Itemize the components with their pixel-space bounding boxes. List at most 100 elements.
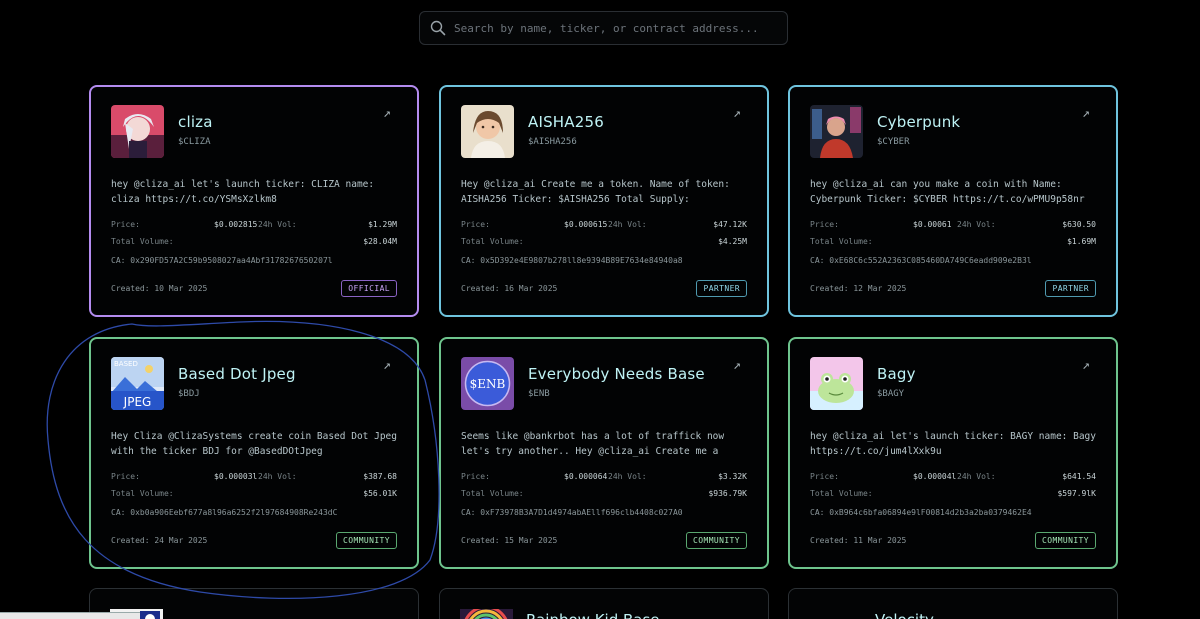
contract-address[interactable]: CA: 0x290FD57A2C59b9508027aa4Abf31782676… [111, 256, 397, 270]
created-label: Created: [810, 536, 849, 545]
search-input[interactable] [454, 21, 774, 35]
created-date: Created: 11 Mar 2025 [810, 536, 906, 545]
price-value: $0.00061 [913, 220, 952, 229]
ca-label: CA: [461, 508, 476, 517]
token-description: Hey @cliza_ai Create me a token. Name of… [461, 179, 730, 205]
vol24-label: 24h Vol: [608, 472, 647, 481]
vol24-value: $1.29M [368, 220, 397, 229]
total-volume-label: Total Volume: [810, 237, 873, 246]
enb-coin-avatar: $ENB [461, 357, 514, 410]
total-volume-value: $936.79K [708, 489, 747, 498]
ca-value: 0xB964c6bfa06894e9lF00814d2b3a2ba0379462… [829, 508, 1032, 517]
external-link-icon[interactable]: ↗ [383, 359, 397, 373]
frog-avatar [810, 357, 863, 410]
token-ticker: $CLIZA [178, 137, 211, 147]
external-link-icon[interactable]: ↗ [1082, 107, 1096, 121]
vol24-value: $641.54 [1062, 472, 1096, 481]
anime-girl-avatar [111, 105, 164, 158]
status-badge: OFFICIAL [341, 280, 397, 297]
created-label: Created: [111, 536, 150, 545]
price-label: Price: [810, 472, 839, 481]
total-volume-label: Total Volume: [111, 237, 174, 246]
total-volume-value: $597.9lK [1057, 489, 1096, 498]
external-link-icon[interactable]: ↗ [383, 107, 397, 121]
total-volume-value: $4.25M [718, 237, 747, 246]
vol24-label: 24h Vol: [957, 220, 996, 229]
created-label: Created: [810, 284, 849, 293]
price-label: Price: [461, 220, 490, 229]
vol24-value: $387.68 [363, 472, 397, 481]
ca-label: CA: [461, 256, 476, 265]
total-volume-label: Total Volume: [111, 489, 174, 498]
token-name: Based Dot Jpeg [178, 365, 296, 383]
vol24-label: 24h Vol: [957, 472, 996, 481]
ca-label: CA: [810, 256, 825, 265]
token-name: Everybody Needs Base [528, 365, 705, 383]
contract-address[interactable]: CA: 0xE68C6c552A2363C085460DA749C6eadd90… [810, 256, 1096, 270]
token-card[interactable]: $ENB Everybody Needs Base $ENB ↗ Seems l… [439, 337, 769, 569]
created-value: 24 Mar 2025 [154, 536, 208, 545]
token-description: hey @cliza_ai let's launch ticker: BAGY … [810, 431, 1096, 457]
token-name: Cyberpunk [877, 113, 961, 131]
rainbow-avatar [460, 609, 513, 619]
created-label: Created: [111, 284, 150, 293]
price-value: $0.00004l [913, 472, 957, 481]
vol24-value: $630.50 [1062, 220, 1096, 229]
created-value: 11 Mar 2025 [853, 536, 907, 545]
token-name: cliza [178, 113, 213, 131]
token-name: Velocity [875, 611, 934, 619]
token-card[interactable]: AISHA256 $AISHA256 ↗ Hey @cliza_ai Creat… [439, 85, 769, 317]
search-bar[interactable] [419, 11, 788, 45]
taskbar-edge [0, 612, 140, 619]
price-label: Price: [111, 220, 140, 229]
contract-address[interactable]: CA: 0xb0a906Eebf677a8l96a6252f2l97684908… [111, 508, 397, 522]
ca-label: CA: [810, 508, 825, 517]
total-volume-value: $56.01K [363, 489, 397, 498]
token-card[interactable]: Cyberpunk $CYBER ↗ hey @cliza_ai can you… [788, 85, 1118, 317]
status-badge: PARTNER [696, 280, 747, 297]
created-date: Created: 12 Mar 2025 [810, 284, 906, 293]
jpeg-file-avatar: BASED JPEG [111, 357, 164, 410]
price-value: $0.00003l [214, 472, 258, 481]
total-volume-value: $1.69M [1067, 237, 1096, 246]
external-link-icon[interactable]: ↗ [733, 107, 747, 121]
token-description: Seems like @bankrbot has a lot of traffi… [461, 431, 725, 457]
ca-label: CA: [111, 508, 126, 517]
total-volume-label: Total Volume: [810, 489, 873, 498]
created-label: Created: [461, 284, 500, 293]
token-card[interactable]: BASED JPEG Based Dot Jpeg $BDJ ↗ Hey Cliz… [89, 337, 419, 569]
contract-address[interactable]: CA: 0xB964c6bfa06894e9lF00814d2b3a2ba037… [810, 508, 1096, 522]
token-card[interactable]: Bagy $BAGY ↗ hey @cliza_ai let's launch … [788, 337, 1118, 569]
contract-address[interactable]: CA: 0x5D392e4E9807b278ll8e9394B89E7634e8… [461, 256, 747, 270]
vol24-label: 24h Vol: [258, 472, 297, 481]
total-volume-value: $28.04M [363, 237, 397, 246]
token-description: hey @cliza_ai can you make a coin with N… [810, 179, 1085, 205]
created-date: Created: 15 Mar 2025 [461, 536, 557, 545]
price-label: Price: [111, 472, 140, 481]
status-badge: COMMUNITY [1035, 532, 1096, 549]
token-name: Bagy [877, 365, 916, 383]
price-label: Price: [461, 472, 490, 481]
token-card[interactable]: cliza $CLIZA ↗ hey @cliza_ai let's launc… [89, 85, 419, 317]
token-ticker: $CYBER [877, 137, 910, 147]
token-description: Hey Cliza @ClizaSystems create coin Base… [111, 431, 397, 457]
status-badge: PARTNER [1045, 280, 1096, 297]
created-date: Created: 24 Mar 2025 [111, 536, 207, 545]
token-card-partial[interactable]: Rainbow Kid Base [439, 588, 769, 619]
created-value: 12 Mar 2025 [853, 284, 907, 293]
vol24-value: $47.12K [713, 220, 747, 229]
token-ticker: $BAGY [877, 389, 905, 399]
vol24-value: $3.32K [718, 472, 747, 481]
external-link-icon[interactable]: ↗ [733, 359, 747, 373]
token-card-partial[interactable]: Velocity [788, 588, 1118, 619]
created-date: Created: 16 Mar 2025 [461, 284, 557, 293]
ca-value: 0x290FD57A2C59b9508027aa4Abf317826765020… [130, 256, 333, 265]
created-value: 10 Mar 2025 [154, 284, 208, 293]
total-volume-label: Total Volume: [461, 489, 524, 498]
token-name: Rainbow Kid Base [526, 611, 660, 619]
token-description: hey @cliza_ai let's launch ticker: CLIZA… [111, 179, 375, 205]
external-link-icon[interactable]: ↗ [1082, 359, 1096, 373]
woman-portrait-avatar [461, 105, 514, 158]
cyberpunk-avatar [810, 105, 863, 158]
contract-address[interactable]: CA: 0xF73978B3A7D1d4974abAEllf696clb4408… [461, 508, 747, 522]
